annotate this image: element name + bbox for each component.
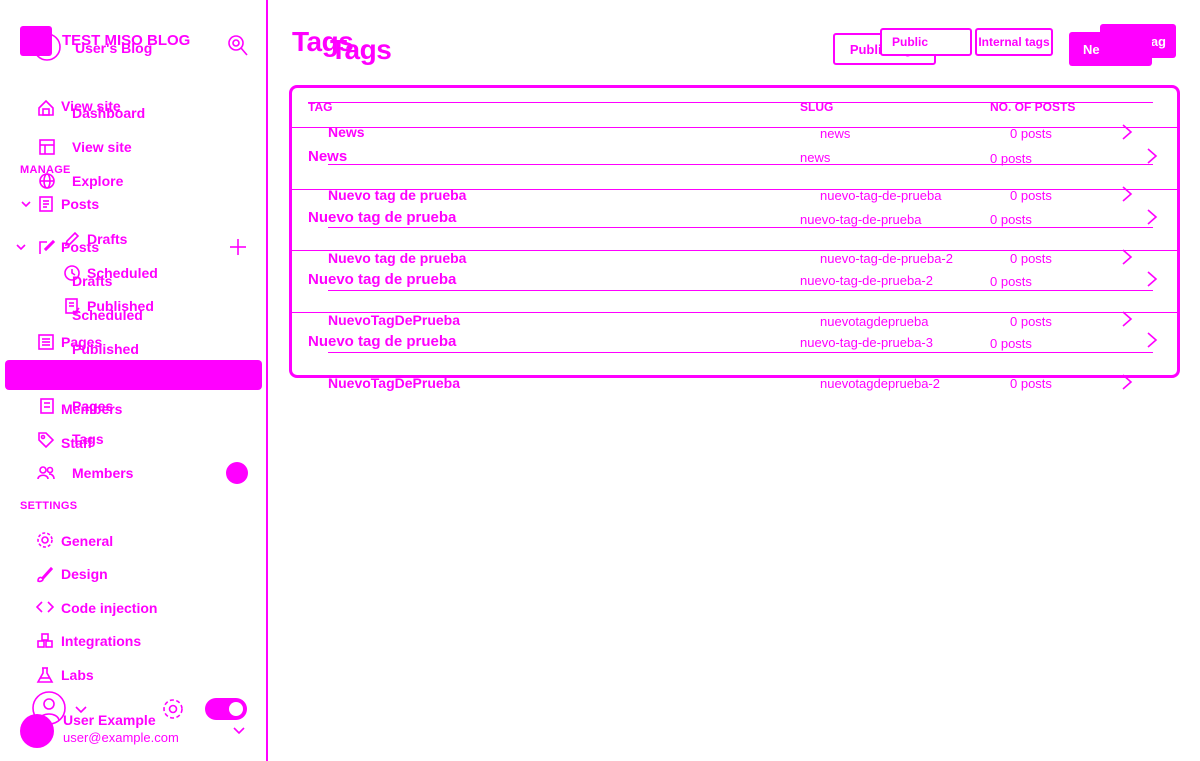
- tag-post-count: 0 posts: [990, 274, 1032, 289]
- tag-name[interactable]: News: [308, 148, 347, 165]
- nav-members-ghost: Members: [61, 401, 123, 417]
- blog-subtitle: User's Blog: [75, 40, 153, 56]
- chevron-right-icon[interactable]: [1146, 331, 1158, 349]
- nav-scheduled[interactable]: Scheduled: [87, 265, 158, 281]
- members-badge: [226, 462, 248, 484]
- gear-icon: [37, 532, 53, 548]
- members-icon: [37, 466, 55, 480]
- nav-active-highlight[interactable]: [5, 360, 262, 390]
- nav-members[interactable]: Members: [72, 465, 133, 481]
- nav-published[interactable]: Published: [87, 298, 154, 314]
- row-underline: [328, 164, 1153, 165]
- sidebar: TEST MISO BLOG User's Blog View site Das…: [0, 0, 268, 761]
- nav-drafts[interactable]: Drafts: [87, 231, 127, 247]
- row-underline: [328, 290, 1153, 291]
- flask-icon: [36, 667, 54, 683]
- pages-icon: [40, 398, 54, 414]
- internal-tags-button[interactable]: Internal tags: [975, 28, 1053, 56]
- nav-tags[interactable]: Tags: [72, 431, 104, 447]
- nav-dashboard[interactable]: Dashboard: [72, 105, 145, 121]
- settings-design[interactable]: Design: [61, 566, 108, 582]
- row-underline: [328, 227, 1153, 228]
- chevron-down-icon[interactable]: [15, 241, 27, 253]
- tag-name[interactable]: Nuevo tag de prueba: [308, 271, 456, 288]
- search-icon[interactable]: [226, 33, 250, 59]
- tag-name[interactable]: Nuevo tag de prueba: [308, 333, 456, 350]
- settings-general[interactable]: General: [61, 533, 113, 549]
- tag-slug: nuevo-tag-de-prueba: [800, 212, 922, 227]
- chevron-down-icon[interactable]: [232, 723, 246, 737]
- nav-pages-ghost: Pages: [61, 334, 103, 350]
- tag-slug: nuevo-tag-de-prueba-2: [800, 273, 933, 288]
- tag-icon: [38, 432, 55, 449]
- tag-post-count: 0 posts: [990, 212, 1032, 227]
- clock-icon: [64, 265, 80, 281]
- chevron-right-icon[interactable]: [1146, 208, 1158, 226]
- row-divider: [290, 312, 1178, 313]
- header-divider: [308, 102, 1153, 103]
- home-icon: [38, 99, 54, 116]
- tag-slug: news: [800, 150, 831, 165]
- nav-view-site[interactable]: View site: [72, 139, 132, 155]
- user-name[interactable]: User Example: [63, 712, 156, 728]
- theme-toggle[interactable]: [205, 698, 247, 720]
- brush-icon: [37, 566, 54, 583]
- row-divider: [290, 250, 1178, 251]
- gear-icon[interactable]: [161, 697, 185, 721]
- tag-name[interactable]: Nuevo tag de prueba: [308, 209, 456, 226]
- row-underline: [328, 352, 1153, 353]
- user-email: user@example.com: [63, 730, 179, 745]
- pencil-icon: [64, 231, 80, 247]
- ghost-row-count: 0 posts: [1010, 376, 1052, 391]
- row-divider: [290, 189, 1178, 190]
- chevron-right-icon[interactable]: [1146, 270, 1158, 288]
- posts-icon: [39, 196, 53, 212]
- settings-integrations[interactable]: Integrations: [61, 633, 141, 649]
- code-icon: [36, 601, 54, 613]
- tag-slug: nuevo-tag-de-prueba-3: [800, 335, 933, 350]
- avatar[interactable]: [20, 714, 54, 748]
- row-divider: [290, 127, 1178, 128]
- ghost-row-slug: nuevotagdeprueba-2: [820, 376, 940, 391]
- nav-posts[interactable]: Posts: [61, 196, 99, 212]
- page-title: Tags: [330, 34, 392, 65]
- edit-icon: [39, 239, 56, 254]
- new-tag-button-ghost[interactable]: Ne: [1069, 32, 1152, 66]
- puzzle-icon: [37, 633, 53, 648]
- settings-section-label: SETTINGS: [20, 500, 78, 512]
- public-tab[interactable]: Public: [880, 28, 972, 56]
- settings-labs[interactable]: Labs: [61, 667, 94, 683]
- blog-logo-ghost-icon: [33, 33, 61, 61]
- nav-explore[interactable]: Explore: [72, 173, 123, 189]
- chevron-right-icon[interactable]: [1146, 147, 1158, 165]
- settings-code-injection[interactable]: Code injection: [61, 600, 157, 616]
- globe-icon: [39, 173, 55, 189]
- chevron-down-icon[interactable]: [20, 198, 32, 210]
- tag-post-count: 0 posts: [990, 336, 1032, 351]
- pages-icon: [38, 334, 54, 350]
- published-icon: [65, 298, 80, 315]
- layout-icon: [39, 139, 55, 155]
- add-post-icon[interactable]: [229, 238, 247, 256]
